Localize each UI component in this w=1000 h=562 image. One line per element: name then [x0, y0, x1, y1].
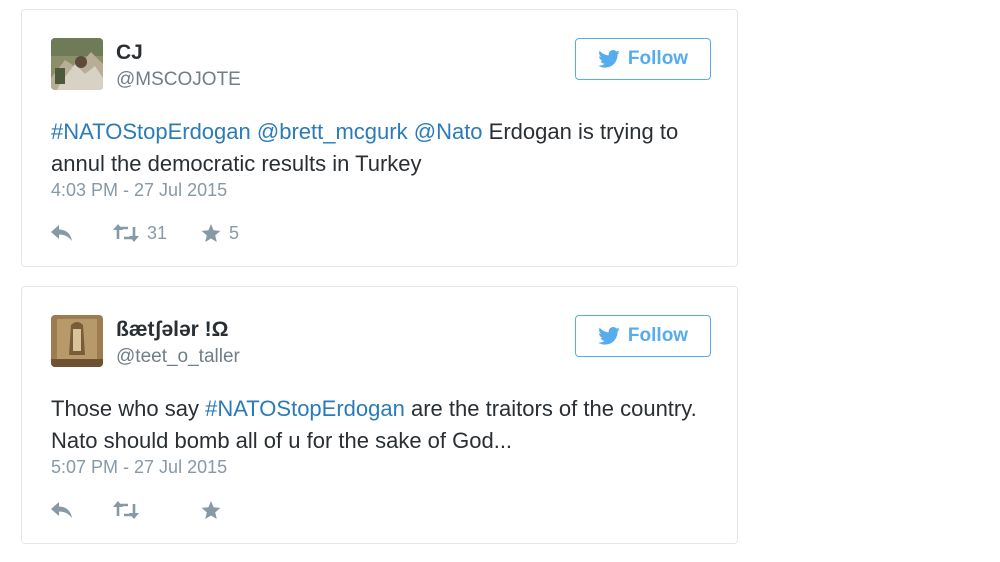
tweet-actions — [51, 497, 229, 523]
reply-icon — [51, 225, 73, 241]
hashtag-link[interactable]: #NATOStopErdogan — [51, 119, 251, 144]
star-icon — [201, 223, 221, 243]
display-name[interactable]: CJ — [116, 41, 143, 65]
mention-link[interactable]: @Nato — [414, 119, 483, 144]
display-name[interactable]: ßætʃələr !Ω — [116, 318, 229, 342]
reply-button[interactable] — [51, 502, 113, 518]
reply-button[interactable] — [51, 225, 113, 241]
favorite-button[interactable] — [201, 500, 229, 520]
hashtag-link[interactable]: #NATOStopErdogan — [205, 396, 405, 421]
timestamp[interactable]: 5:07 PM - 27 Jul 2015 — [51, 457, 227, 478]
retweet-icon — [113, 501, 139, 519]
reply-icon — [51, 502, 73, 518]
twitter-bird-icon — [598, 50, 620, 68]
favorite-button[interactable]: 5 — [201, 223, 239, 244]
screen-name[interactable]: @teet_o_taller — [116, 346, 240, 368]
screen-name[interactable]: @MSCOJOTE — [116, 69, 241, 91]
retweet-button[interactable] — [113, 501, 201, 519]
tweet-card: CJ @MSCOJOTE Follow #NATOStopErdogan @br… — [21, 9, 738, 267]
favorite-count: 5 — [229, 222, 240, 243]
tweet-card: ßætʃələr !Ω @teet_o_taller Follow Those … — [21, 286, 738, 544]
retweet-button[interactable]: 31 — [113, 223, 201, 244]
tweet-actions: 31 5 — [51, 220, 239, 246]
follow-label: Follow — [627, 48, 689, 69]
star-icon — [201, 500, 221, 520]
twitter-bird-icon — [598, 327, 620, 345]
tweet-body: Those who say — [51, 396, 199, 421]
mention-link[interactable]: @brett_mcgurk — [257, 119, 408, 144]
follow-label: Follow — [627, 325, 689, 346]
timestamp[interactable]: 4:03 PM - 27 Jul 2015 — [51, 180, 227, 201]
follow-button[interactable]: Follow — [575, 315, 711, 357]
follow-button[interactable]: Follow — [575, 38, 711, 80]
tweet-text: Those who say #NATOStopErdogan are the t… — [51, 393, 731, 457]
avatar[interactable] — [51, 38, 103, 90]
avatar[interactable] — [51, 315, 103, 367]
retweet-count: 31 — [147, 222, 168, 243]
retweet-icon — [113, 224, 139, 242]
tweet-text: #NATOStopErdogan @brett_mcgurk @Nato Erd… — [51, 116, 731, 180]
